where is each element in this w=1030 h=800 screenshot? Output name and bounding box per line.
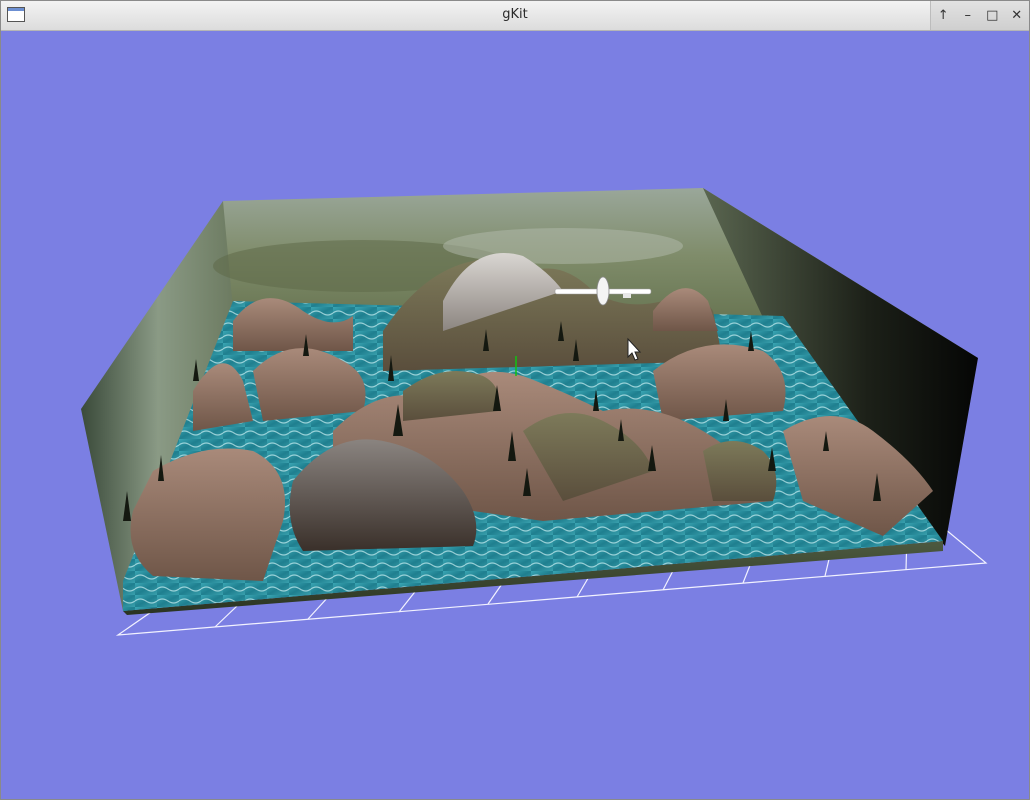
minimize-icon[interactable]: – [958, 6, 978, 26]
title-bar[interactable]: gKit ↑ – □ ✕ [1, 1, 1029, 31]
shade-icon[interactable]: ↑ [933, 6, 953, 26]
window-title: gKit [502, 7, 528, 22]
3d-viewport[interactable] [3, 31, 1029, 799]
terrain-scene [81, 188, 988, 636]
window-controls: ↑ – □ ✕ [930, 1, 1029, 30]
app-window: gKit ↑ – □ ✕ [0, 0, 1030, 800]
maximize-icon[interactable]: □ [982, 6, 1002, 26]
close-icon[interactable]: ✕ [1007, 6, 1027, 26]
